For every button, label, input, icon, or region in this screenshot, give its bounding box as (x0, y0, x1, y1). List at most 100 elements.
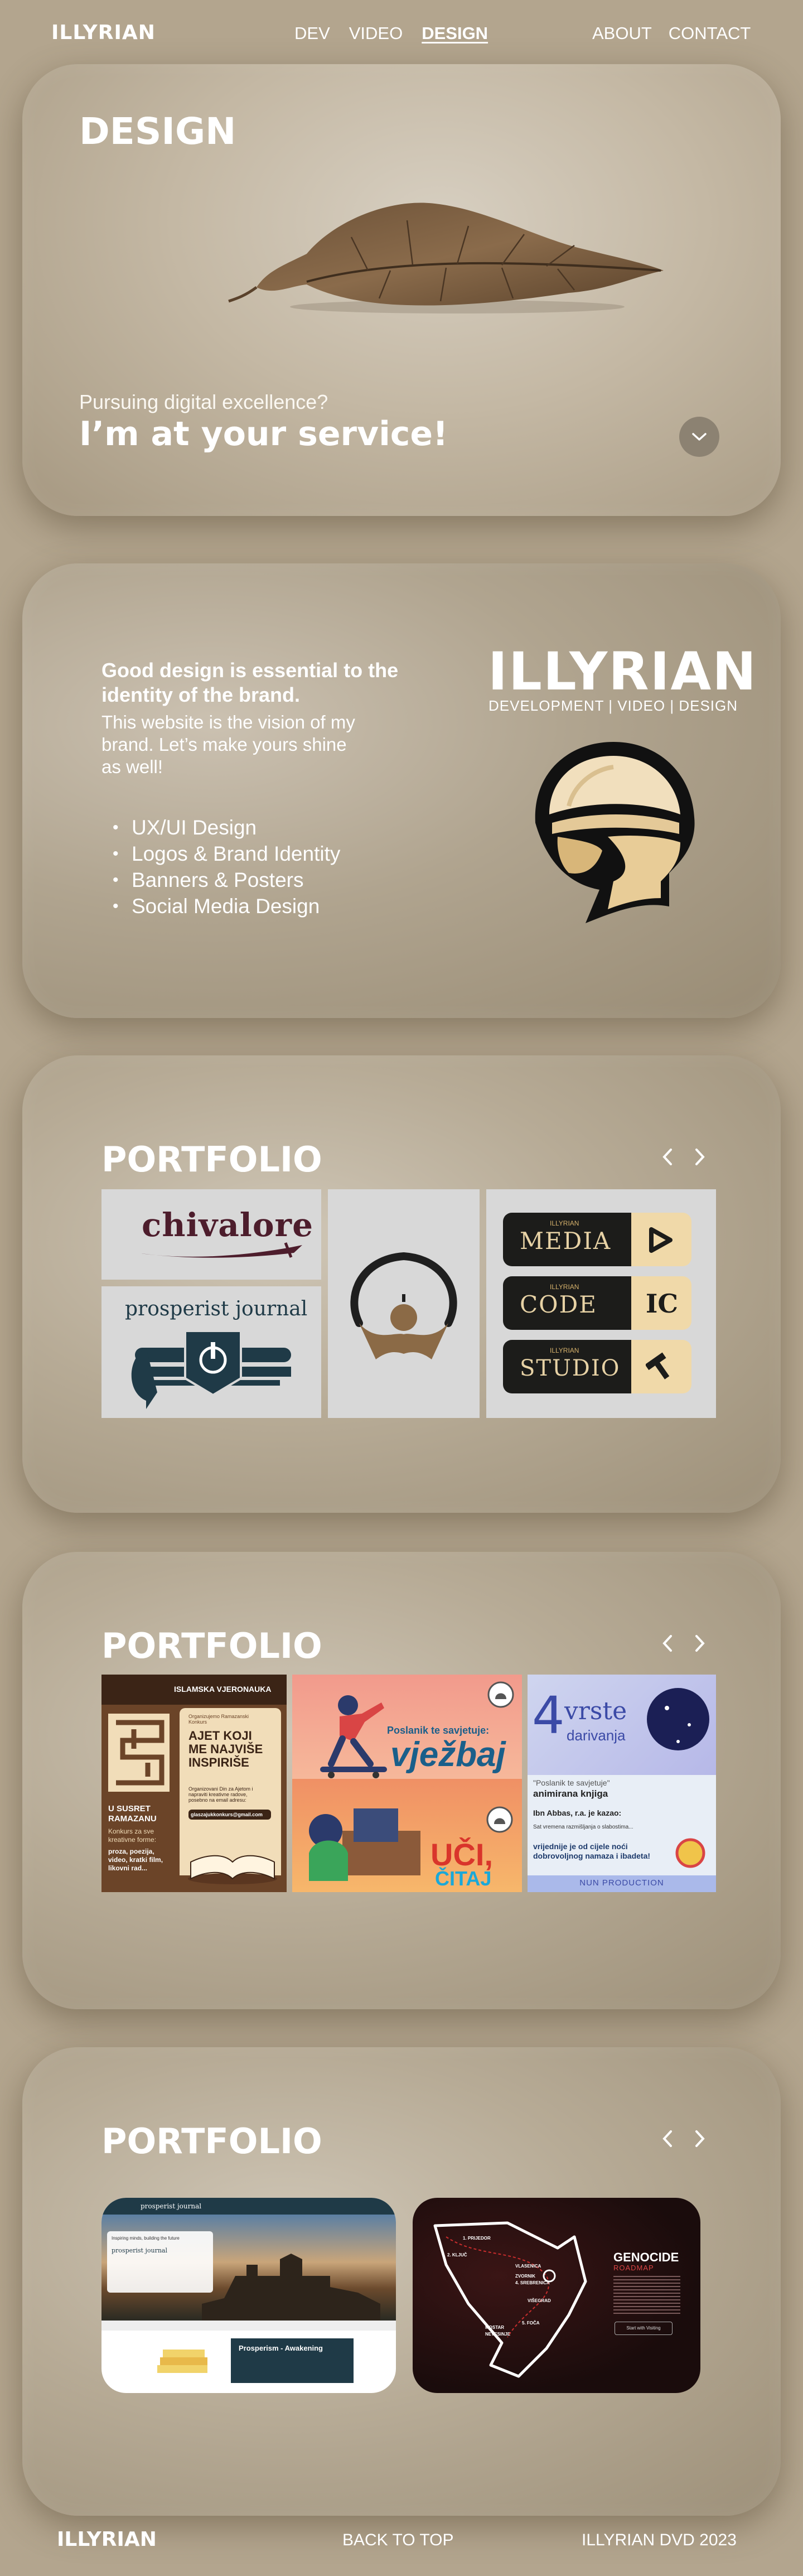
prosperist-logo-text: prosperist journal (125, 1297, 308, 1320)
carousel-arrows (658, 1632, 709, 1654)
poster-top-word2: darivanja (567, 1727, 626, 1744)
footer-copyright: ILLYRIAN DVD 2023 (582, 2531, 737, 2549)
map-place-2: 2. KLJUČ (447, 2252, 467, 2257)
back-to-top-link[interactable]: BACK TO TOP (342, 2531, 454, 2550)
brand-pill-small: ILLYRIAN (550, 1219, 579, 1227)
crescent-emblem (350, 1252, 457, 1359)
portfolio-tile-website-prosperist[interactable]: prosperist journal Inspiring minds, buil… (101, 2198, 396, 2393)
portfolio-tile-poster-vjezbaj[interactable]: Poslanik te savjetuje: vježbaj UČI, ČITA… (292, 1675, 522, 1892)
poster-mid1: "Poslanik te savjetuje" (533, 1778, 610, 1787)
nav-link-design[interactable]: DESIGN (422, 23, 488, 44)
bosnia-map-outline (433, 2221, 587, 2378)
portfolio-tile-prosperist[interactable]: prosperist journal (101, 1286, 321, 1418)
carousel-prev-button[interactable] (658, 2128, 677, 2150)
about-text: This website is the vision of my brand. … (101, 712, 355, 777)
hero-headline: I’m at your service! (79, 414, 448, 454)
portfolio-title: PORTFOLIO (101, 1139, 322, 1180)
portfolio-title: PORTFOLIO (101, 1625, 322, 1666)
poster-quote1: Sat vremena razmišljanja o slabostima... (533, 1824, 633, 1830)
site-logo[interactable]: ILLYRIAN (51, 21, 156, 44)
portfolio-tile-chivalore[interactable]: chivalore (101, 1189, 321, 1280)
portfolio-logos-section: PORTFOLIO chivalore prosperist journal I… (22, 1055, 781, 1513)
brand-pill-small: ILLYRIAN (550, 1283, 579, 1291)
portfolio-tile-emblem[interactable] (328, 1189, 480, 1418)
about-heading: Good design is essential to the identity… (101, 659, 399, 706)
brand-tagline: DEVELOPMENT | VIDEO | DESIGN (488, 697, 738, 714)
castle-silhouette (202, 2254, 380, 2321)
hero-section: DESIGN Pursuing digital excellence? I’m … (22, 64, 781, 516)
nav-link-video[interactable]: VIDEO (349, 23, 403, 44)
map-place-1: 1. PRIJEDOR (463, 2236, 491, 2241)
carousel-prev-button[interactable] (658, 1632, 677, 1654)
portfolio-tile-website-genocide-roadmap[interactable]: 1. PRIJEDOR 2. KLJUČ VLASENICA ZVORNIK 4… (413, 2198, 700, 2393)
roadmap-brand: GENOCIDE (613, 2250, 679, 2264)
scroll-down-button[interactable] (679, 417, 719, 457)
roadmap-brand-sub: ROADMAP (613, 2264, 654, 2272)
mosque-badge-icon (486, 1806, 513, 1833)
carousel-prev-button[interactable] (658, 1146, 677, 1168)
nav-link-dev[interactable]: DEV (294, 23, 330, 44)
poster-line4: ČITAJ (435, 1867, 492, 1890)
skill-item: Social Media Design (101, 893, 340, 919)
chevron-right-icon (695, 2130, 705, 2147)
nav-link-contact[interactable]: CONTACT (669, 23, 751, 44)
chevron-left-icon (662, 1149, 672, 1165)
student-illustration (309, 1808, 420, 1881)
carousel-arrows (658, 2128, 709, 2150)
poster-email: glaszajukkonkurs@gmail.com (188, 1810, 271, 1820)
map-place-9: MOSTAR (485, 2325, 505, 2330)
poster-side-sub: Konkurs za sve kreativne forme: (108, 1827, 157, 1844)
hero-subtitle: Pursuing digital excellence? (79, 390, 328, 413)
chevron-right-icon (695, 1149, 705, 1165)
nav-link-about[interactable]: ABOUT (592, 23, 652, 44)
carousel-arrows (658, 1146, 709, 1168)
poster-line2: vježbaj (390, 1735, 506, 1774)
poster-info: Organizovani Din za Ajetom i napraviti k… (188, 1786, 253, 1803)
carousel-next-button[interactable] (690, 1146, 709, 1168)
site-toolbar (101, 2321, 396, 2331)
poster-big-text: AJET KOJI ME NAJVIŠE INSPIRIŠE (188, 1729, 263, 1769)
carousel-next-button[interactable] (690, 1632, 709, 1654)
site-nav-brand: prosperist journal (141, 2202, 202, 2210)
portfolio-web-section: PORTFOLIO prosperist journal Inspiring m… (22, 2047, 781, 2516)
brand-pill-word: CODE (520, 1291, 597, 1318)
portfolio-tile-poster-nun[interactable]: 4 vrste darivanja "Poslanik te savjetuje… (528, 1675, 716, 1892)
medal-icon (675, 1838, 705, 1868)
portfolio-tile-illyrian-brands[interactable]: ILLYRIAN MEDIA ILLYRIAN CODE IC ILLYRIAN… (486, 1189, 716, 1418)
skills-list: UX/UI Design Logos & Brand Identity Bann… (101, 814, 340, 919)
poster-side-list: proza, poezija, video, kratki film, liko… (108, 1847, 163, 1872)
portfolio-tile-poster-vjeronauka[interactable]: ISLAMSKA VJERONAUKA U SUSRET RAMAZANU Ko… (101, 1675, 287, 1892)
map-place-7: VIŠEGRAD (528, 2298, 551, 2303)
carousel-next-button[interactable] (690, 2128, 709, 2150)
roadmap-start-button[interactable]: Start with Visiting (615, 2322, 673, 2335)
footer-logo[interactable]: ILLYRIAN (57, 2528, 157, 2551)
chevron-right-icon (695, 1635, 705, 1652)
map-place-5: ZVORNIK (515, 2274, 535, 2279)
dry-leaf-image (228, 202, 664, 313)
roadmap-text-block (613, 2276, 680, 2316)
brand-pill-word: STUDIO (520, 1355, 621, 1381)
illyrian-helmet-logo (535, 742, 695, 923)
skill-item: UX/UI Design (101, 814, 340, 841)
brand-pill-small: ILLYRIAN (550, 1347, 579, 1354)
poster-top-word: vrste (564, 1697, 627, 1725)
poster-quote2: vrijednije je od cijele noći dobrovoljno… (533, 1842, 651, 1860)
map-place-6: 4. SREBRENICA (515, 2280, 550, 2285)
about-section: Good design is essential to the identity… (22, 563, 781, 1018)
site-section-title: Prosperism - Awakening (239, 2344, 323, 2352)
skill-item: Banners & Posters (101, 867, 340, 893)
poster-footer: NUN PRODUCTION (579, 1878, 664, 1888)
galaxy-illustration (647, 1688, 709, 1750)
kufic-calligraphy (116, 1720, 165, 1786)
skill-item: Logos & Brand Identity (101, 841, 340, 867)
chevron-left-icon (662, 2130, 672, 2147)
chivalore-logo-text: chivalore (142, 1206, 313, 1244)
brand-pill-studio: ILLYRIAN STUDIO (503, 1340, 691, 1393)
poster-header: ISLAMSKA VJERONAUKA (174, 1685, 272, 1694)
sword-mark (129, 1242, 302, 1258)
poster-mid2: animirana knjiga (533, 1788, 608, 1799)
site-hero-tagline: Inspiring minds, building the future (112, 2236, 180, 2241)
portfolio-title: PORTFOLIO (101, 2121, 322, 2162)
nav-primary: DEV VIDEO DESIGN (294, 23, 488, 44)
poster-top-num: 4 (532, 1686, 565, 1745)
